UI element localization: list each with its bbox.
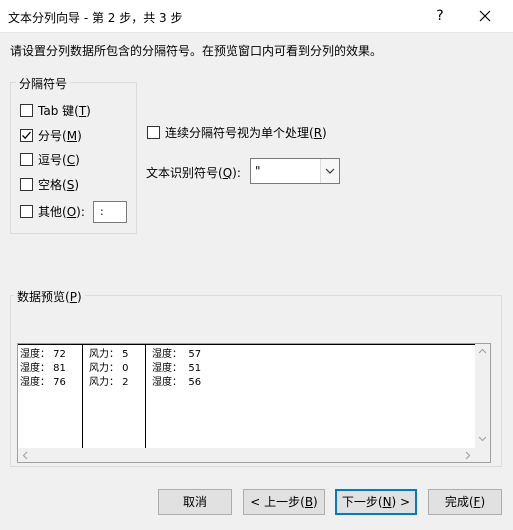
other-delimiter-input[interactable]: : (93, 201, 127, 223)
delimiter-group-legend: 分隔符号 (16, 75, 71, 92)
consecutive-delimiters-checkbox[interactable]: 连续分隔符号视为单个处理(R) (147, 126, 327, 142)
text-qualifier-label-text: 文本识别符号 (146, 166, 219, 180)
close-icon (479, 10, 491, 22)
preview-group-legend: 数据预览(P) (14, 288, 85, 305)
chevron-right-icon[interactable] (465, 451, 471, 460)
back-button-suffix: ) (313, 495, 318, 509)
text-qualifier-label: 文本识别符号(Q): (146, 166, 241, 180)
text-qualifier-select[interactable]: " (250, 158, 340, 184)
checkbox-box[interactable] (20, 205, 33, 218)
semicolon-checkbox[interactable]: 分号(M) (20, 129, 82, 145)
finish-button[interactable]: 完成(F) (428, 489, 502, 515)
finish-button-suffix: ) (480, 495, 486, 509)
next-accel-key: N (382, 495, 392, 509)
scroll-corner (475, 448, 490, 462)
preview-cell: 湿度： 72 (20, 349, 66, 360)
text-qualifier-accel-key: Q (222, 166, 233, 180)
preview-column-3[interactable]: 湿度： 57 湿度： 51 湿度： 56 (145, 344, 475, 448)
chevron-up-icon[interactable] (478, 348, 487, 354)
next-button-label: 下一步( (341, 495, 383, 509)
preview-cell: 湿度： 51 (152, 363, 202, 374)
preview-accel-key: P (69, 290, 77, 304)
checkbox-box[interactable] (20, 104, 33, 117)
next-button[interactable]: 下一步(N) > (335, 489, 417, 515)
preview-cell: 湿度： 76 (20, 377, 66, 388)
text-qualifier-value: " (255, 164, 261, 178)
other-accel-key: O (66, 205, 77, 219)
space-checkbox-label: 空格 (38, 178, 63, 192)
preview-column-2[interactable]: 风力： 5 风力： 0 风力： 2 (82, 344, 146, 448)
checkbox-box[interactable] (20, 153, 33, 166)
vertical-scrollbar[interactable] (475, 344, 490, 448)
preview-column-1[interactable]: 湿度： 72 湿度： 81 湿度： 76 (18, 344, 83, 448)
other-checkbox-label: 其他 (38, 205, 63, 219)
tab-checkbox[interactable]: Tab 键(T) (20, 104, 91, 120)
back-accel-key: B (304, 495, 314, 509)
comma-accel-key: C (66, 153, 76, 167)
semicolon-accel-key: M (66, 129, 78, 143)
chevron-down-icon (325, 168, 335, 174)
preview-cell: 风力： 2 (89, 377, 129, 388)
space-checkbox[interactable]: 空格(S) (20, 178, 79, 194)
preview-cell: 湿度： 56 (152, 377, 202, 388)
comma-checkbox-label: 逗号 (38, 153, 63, 167)
checkmark-icon (22, 131, 31, 140)
other-checkbox[interactable]: 其他(O): (20, 205, 85, 221)
space-accel-key: S (66, 178, 75, 192)
dropdown-button[interactable] (320, 159, 339, 183)
checkbox-box[interactable] (20, 129, 33, 142)
back-button[interactable]: < 上一步(B) (243, 489, 325, 515)
close-button[interactable] (474, 6, 496, 26)
preview-legend-text: 数据预览 (17, 290, 66, 304)
next-button-suffix: ) > (391, 495, 411, 509)
checkbox-box[interactable] (147, 126, 160, 139)
preview-cell: 湿度： 81 (20, 363, 66, 374)
cancel-button[interactable]: 取消 (158, 489, 232, 515)
preview-cell: 风力： 5 (89, 349, 129, 360)
semicolon-checkbox-label: 分号 (38, 129, 63, 143)
instruction-text: 请设置分列数据所包含的分隔符号。在预览窗口内可看到分列的效果。 (10, 44, 383, 58)
help-button[interactable]: ? (430, 6, 450, 26)
consecutive-accel-key: R (313, 126, 323, 140)
tab-checkbox-label: Tab 键 (38, 104, 75, 118)
window-title: 文本分列向导 - 第 2 步，共 3 步 (8, 11, 183, 25)
consecutive-delimiters-label: 连续分隔符号视为单个处理 (165, 126, 310, 140)
tab-accel-key: T (78, 104, 87, 118)
back-button-label: < 上一步( (250, 495, 305, 509)
preview-cell: 风力： 0 (89, 363, 129, 374)
preview-cell: 湿度： 57 (152, 349, 202, 360)
horizontal-scrollbar[interactable] (18, 448, 475, 462)
chevron-left-icon[interactable] (22, 451, 28, 460)
data-preview-pane[interactable]: 湿度： 72 湿度： 81 湿度： 76 风力： 5 风力： 0 风力： 2 湿… (17, 343, 491, 463)
chevron-down-icon[interactable] (478, 436, 487, 442)
finish-button-label: 完成( (444, 495, 474, 509)
checkbox-box[interactable] (20, 178, 33, 191)
comma-checkbox[interactable]: 逗号(C) (20, 153, 80, 169)
